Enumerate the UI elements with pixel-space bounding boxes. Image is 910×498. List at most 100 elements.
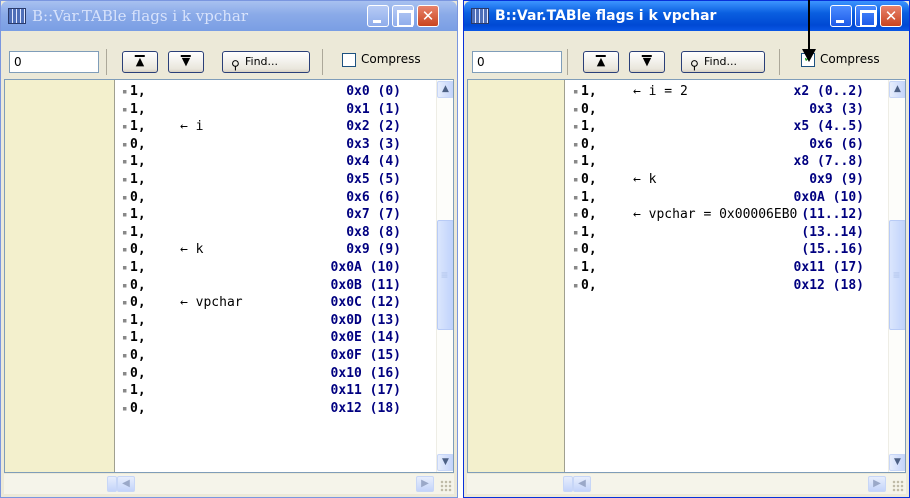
title-bar[interactable]: B::Var.TABle flags i k vpchar ✕ xyxy=(1,1,457,31)
table-row[interactable]: 0x0F (15) ▪ 0, xyxy=(5,348,405,365)
row-marker-icon: ▪ xyxy=(122,280,128,291)
maximize-button[interactable] xyxy=(855,5,877,27)
horizontal-scrollbar[interactable]: ◀ ▶ xyxy=(467,474,906,494)
table-row[interactable]: x8 (7..8) ▪ 1, xyxy=(468,154,868,171)
row-address: 0x0C (12) xyxy=(330,295,401,311)
table-row[interactable]: 0x2 (2) ▪ 1, ← i xyxy=(5,119,405,136)
close-icon: ✕ xyxy=(884,7,898,25)
scroll-top-button[interactable]: ▲ xyxy=(122,51,158,73)
scroll-down-button[interactable]: ▼ xyxy=(889,454,905,471)
table-row[interactable]: 0x0B (11) ▪ 0, xyxy=(5,278,405,295)
find-label: Find... xyxy=(704,55,738,68)
address-input[interactable] xyxy=(472,51,562,73)
table-row[interactable]: x5 (4..5) ▪ 1, xyxy=(468,119,868,136)
scroll-right-button[interactable]: ▶ xyxy=(416,476,434,492)
scroll-bottom-button[interactable]: ▼ xyxy=(629,51,665,73)
scroll-up-button[interactable]: ▲ xyxy=(437,81,453,98)
table-row[interactable]: 0x6 (6) ▪ 0, xyxy=(5,190,405,207)
address-input[interactable] xyxy=(9,51,99,73)
scroll-thumb[interactable] xyxy=(889,220,905,330)
vertical-scrollbar[interactable]: ▲ ▼ xyxy=(436,80,453,472)
row-marker-icon: ▪ xyxy=(573,227,579,238)
close-button[interactable]: ✕ xyxy=(880,5,902,27)
row-address: 0x6 (6) xyxy=(809,136,864,152)
toolbar: ▲ ▼ ⚲ Find... Compress xyxy=(467,31,906,77)
find-button[interactable]: ⚲ Find... xyxy=(222,51,310,73)
row-value: 0, xyxy=(581,172,597,187)
close-button[interactable]: ✕ xyxy=(417,5,439,27)
table-row[interactable]: 0x7 (7) ▪ 1, xyxy=(5,207,405,224)
table-row[interactable]: 0x0C (12) ▪ 0, ← vpchar xyxy=(5,295,405,312)
horizontal-scrollbar[interactable]: ◀ ▶ xyxy=(4,474,454,494)
row-marker-icon: ▪ xyxy=(573,104,579,115)
table-row[interactable]: 0x6 (6) ▪ 0, xyxy=(468,137,868,154)
row-marker-icon: ▪ xyxy=(122,139,128,150)
compress-checkbox[interactable] xyxy=(342,53,356,67)
find-button[interactable]: ⚲ Find... xyxy=(681,51,765,73)
table-row[interactable]: 0x5 (5) ▪ 1, xyxy=(5,172,405,189)
row-marker-icon: ▪ xyxy=(122,263,128,273)
table-row[interactable]: 0x3 (3) ▪ 0, xyxy=(468,102,868,119)
var-table-window-active[interactable]: B::Var.TABle flags i k vpchar ✕ ▲ ▼ ⚲ Fin… xyxy=(463,0,910,498)
row-marker-icon: ▪ xyxy=(122,333,128,344)
minimize-button[interactable] xyxy=(830,5,852,27)
row-value: 1, xyxy=(130,154,146,170)
table-row[interactable]: 0x12 (18) ▪ 0, xyxy=(5,401,405,418)
table-row[interactable]: 0x4 (4) ▪ 1, xyxy=(5,154,405,171)
var-table-window-inactive[interactable]: B::Var.TABle flags i k vpchar ✕ ▲ ▼ ⚲ Fin… xyxy=(0,0,458,498)
row-value: 0, xyxy=(130,348,146,363)
row-address: (13..14) xyxy=(801,224,864,240)
table-row[interactable]: 0x0 (0) ▪ 1, xyxy=(5,84,405,101)
scroll-up-button[interactable]: ▲ xyxy=(889,81,905,98)
row-address: 0x4 (4) xyxy=(346,154,401,170)
scroll-top-button[interactable]: ▲ xyxy=(583,51,619,73)
table-row[interactable]: 0x9 (9) ▪ 0, ← k xyxy=(468,172,868,189)
row-value: 0, xyxy=(130,365,146,381)
table-list[interactable]: x2 (0..2) ▪ 1, ← i = 2 0x3 (3) ▪ 0, x5 (4..5) ▪ 1… xyxy=(467,79,906,473)
table-row[interactable]: 0x0E (14) ▪ 1, xyxy=(5,330,405,347)
vertical-scrollbar[interactable]: ▲ ▼ xyxy=(888,80,905,472)
row-annotation: ← vpchar xyxy=(180,295,243,311)
row-value: 1, xyxy=(130,330,146,346)
row-address: 0x0B (11) xyxy=(330,277,401,293)
annotation-arrow-line xyxy=(808,0,810,52)
table-row[interactable]: (13..14) ▪ 1, xyxy=(468,225,868,242)
table-row[interactable]: 0x0A (10) ▪ 1, xyxy=(5,260,405,277)
row-address: 0x0 (0) xyxy=(346,84,401,99)
table-row[interactable]: 0x11 (17) ▪ 1, xyxy=(5,383,405,400)
row-value: 1, xyxy=(581,260,597,275)
row-marker-icon: ▪ xyxy=(573,192,579,203)
table-row[interactable]: 0x0D (13) ▪ 1, xyxy=(5,313,405,330)
scroll-bottom-button[interactable]: ▼ xyxy=(168,51,204,73)
hscroll-split-handle[interactable] xyxy=(107,476,117,492)
table-row[interactable]: 0x10 (16) ▪ 0, xyxy=(5,366,405,383)
table-list[interactable]: 0x0 (0) ▪ 1, 0x1 (1) ▪ 1, 0x2 (2) ▪ 1, ← i 0x3 (3)… xyxy=(4,79,454,473)
table-row[interactable]: 0x8 (8) ▪ 1, xyxy=(5,225,405,242)
row-marker-icon: ▪ xyxy=(573,87,579,97)
table-row[interactable]: 0x9 (9) ▪ 0, ← k xyxy=(5,242,405,259)
hscroll-split-handle[interactable] xyxy=(563,476,573,492)
grid-window-icon xyxy=(471,8,489,24)
table-row[interactable]: 0x0A (10) ▪ 1, xyxy=(468,190,868,207)
row-address: x2 (0..2) xyxy=(793,84,864,99)
resize-grip[interactable] xyxy=(440,480,452,492)
minimize-button[interactable] xyxy=(367,5,389,27)
table-row[interactable]: 0x3 (3) ▪ 0, xyxy=(5,137,405,154)
table-row[interactable]: x2 (0..2) ▪ 1, ← i = 2 xyxy=(468,84,868,101)
scroll-right-button[interactable]: ▶ xyxy=(868,476,886,492)
table-row[interactable]: (15..16) ▪ 0, xyxy=(468,242,868,259)
scroll-left-button[interactable]: ◀ xyxy=(117,476,135,492)
scroll-down-button[interactable]: ▼ xyxy=(437,454,453,471)
title-bar[interactable]: B::Var.TABle flags i k vpchar ✕ xyxy=(464,1,909,31)
table-row[interactable]: (11..12) ▪ 0, ← vpchar = 0x00006EB0 xyxy=(468,207,868,224)
row-marker-icon: ▪ xyxy=(122,386,128,397)
table-row[interactable]: 0x12 (18) ▪ 0, xyxy=(468,278,868,295)
table-row[interactable]: 0x1 (1) ▪ 1, xyxy=(5,102,405,119)
resize-grip[interactable] xyxy=(892,480,904,492)
maximize-button[interactable] xyxy=(392,5,414,27)
table-row[interactable]: 0x11 (17) ▪ 1, xyxy=(468,260,868,277)
toolbar-separator xyxy=(779,49,780,75)
row-address: 0x8 (8) xyxy=(346,224,401,240)
scroll-thumb[interactable] xyxy=(437,220,453,330)
scroll-left-button[interactable]: ◀ xyxy=(573,476,591,492)
